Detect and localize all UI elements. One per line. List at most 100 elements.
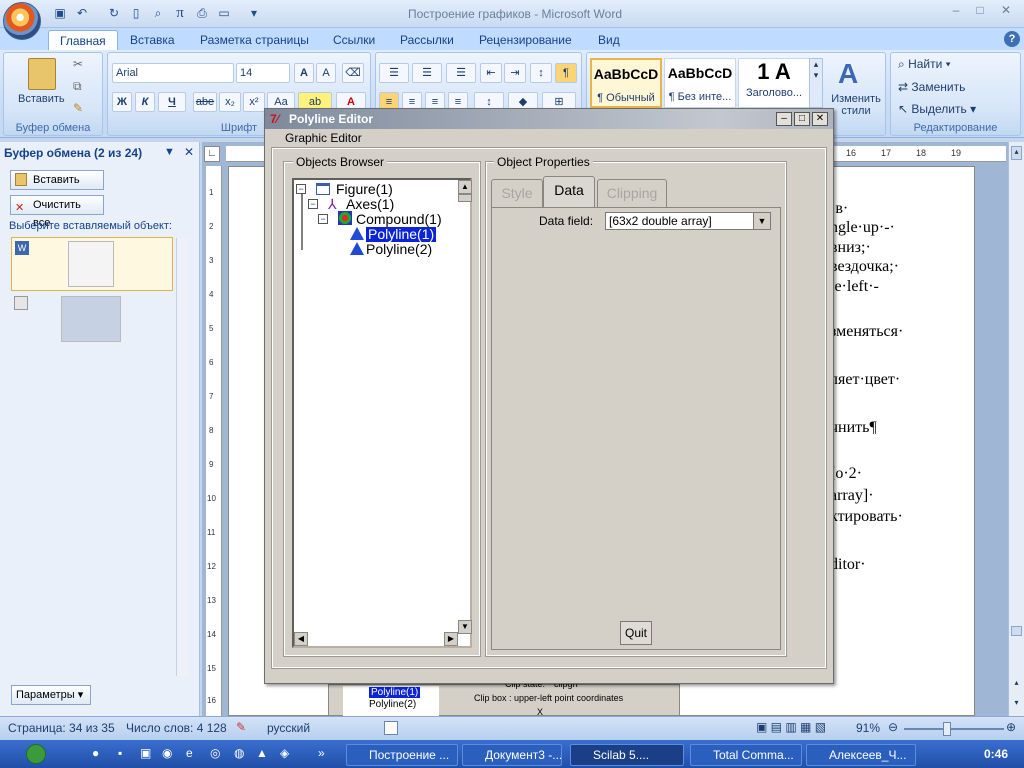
tab-view[interactable]: Вид [587,30,631,50]
cut-icon[interactable]: ✂ [73,57,83,71]
decrease-indent-icon[interactable]: ⇤ [480,63,502,83]
language[interactable]: русский [267,721,310,735]
subscript-button[interactable]: x₂ [219,92,241,112]
italic-button[interactable]: К [135,92,155,112]
zoom-in-icon[interactable]: ⊕ [1006,720,1016,734]
tree-scroll-up-icon[interactable]: ▲ [458,180,472,194]
office-button[interactable] [3,2,41,40]
bold-button[interactable]: Ж [112,92,132,112]
zoom-level[interactable]: 91% [856,721,880,735]
preview-icon[interactable]: ⌕ [150,5,166,21]
tab-style[interactable]: Style [491,179,543,207]
styles-scroll[interactable]: ▴ ▾ [809,58,823,108]
scroll-up-icon[interactable]: ▴ [1011,146,1022,160]
qat-more-icon[interactable]: ▾ [246,5,262,21]
quicklaunch-icon[interactable]: ▪ [118,746,122,760]
sort-icon[interactable]: ↕ [530,63,552,83]
task-document3[interactable]: Документ3 -... [462,744,562,766]
find-button[interactable]: ⌕ Найти ▾ [898,57,951,72]
quicklaunch-icon[interactable]: ◉ [162,746,172,760]
tab-home[interactable]: Главная [48,30,118,50]
change-styles-button[interactable]: Изменить стили [828,93,884,117]
save-icon[interactable]: ▣ [52,5,68,21]
clipboard-item[interactable]: W [11,237,173,291]
help-icon[interactable]: ? [1004,31,1020,47]
open-icon[interactable]: ▭ [216,5,232,21]
redo-icon[interactable]: ↻ [106,5,122,21]
close-button[interactable]: ✕ [994,3,1018,19]
macro-icon[interactable] [384,721,398,735]
font-size-select[interactable]: 14 [236,63,290,83]
format-painter-icon[interactable]: ✎ [73,101,83,115]
zoom-slider[interactable] [904,728,1004,730]
pane-menu-icon[interactable]: ▼ [164,146,175,158]
start-icon[interactable] [26,744,46,764]
minimize-button[interactable]: – [944,3,968,19]
style-normal[interactable]: AaBbCcD ¶ Обычный [590,58,662,108]
paste-icon[interactable] [28,58,56,90]
underline-button[interactable]: Ч [158,92,186,112]
dialog-minimize-button[interactable]: – [776,112,792,126]
graphic-editor-menu[interactable]: Graphic Editor [285,131,362,145]
page-count[interactable]: Страница: 34 из 35 [8,721,115,735]
print-icon[interactable]: ⎙ [194,5,210,21]
scroll-thumb[interactable] [1011,626,1022,636]
tree-item-figure[interactable]: Figure(1) [336,182,393,197]
clipboard-scrollbar[interactable] [176,238,188,676]
word-count[interactable]: Число слов: 4 128 [126,721,227,735]
quit-button[interactable]: Quit [620,621,652,645]
quicklaunch-icon[interactable]: ◎ [210,746,220,760]
tree-item-polyline-1[interactable]: Polyline(1) [366,227,437,242]
shrink-font-icon[interactable]: A [316,63,336,83]
strikethrough-button[interactable]: abe [193,92,217,112]
tab-references[interactable]: Ссылки [322,30,386,50]
tree-collapse-icon[interactable]: − [308,199,318,209]
tree-item-polyline-2[interactable]: Polyline(2) [366,242,432,257]
zoom-out-icon[interactable]: ⊖ [888,720,898,734]
tab-selector-icon[interactable]: ∟ [204,146,220,162]
task-total-commander[interactable]: Total Comma... [690,744,802,766]
increase-indent-icon[interactable]: ⇥ [504,63,526,83]
pane-close-icon[interactable]: ✕ [184,145,194,159]
tab-data[interactable]: Data [543,176,595,207]
quicklaunch-icon[interactable]: ▲ [256,746,268,760]
tree-scroll-thumb[interactable] [458,194,472,202]
paste-button[interactable]: Вставить [18,93,65,105]
prev-page-icon[interactable]: ▴ [1011,678,1022,690]
undo-icon[interactable]: ↶ [74,5,90,21]
task-scilab[interactable]: Scilab 5.... [570,744,684,766]
change-styles-icon[interactable]: A [838,58,858,90]
style-heading[interactable]: 1 A Заголово... [738,58,810,108]
bullets-icon[interactable]: ☰ [379,63,409,83]
show-marks-icon[interactable]: ¶ [555,63,577,83]
objects-tree[interactable]: − Figure(1) − ⅄ Axes(1) − Compound(1) Po… [292,178,472,648]
superscript-button[interactable]: x² [243,92,265,112]
grow-font-icon[interactable]: A [294,63,314,83]
clipboard-item[interactable] [11,293,173,349]
tab-insert[interactable]: Вставка [119,30,186,50]
options-button[interactable]: Параметры ▾ [11,685,91,705]
quicklaunch-save-icon[interactable]: ▣ [140,746,151,760]
numbering-icon[interactable]: ☰ [412,63,442,83]
quicklaunch-firefox-icon[interactable]: ● [92,746,99,760]
task-word-graphs[interactable]: Построение ... [346,744,458,766]
tree-collapse-icon[interactable]: − [296,184,306,194]
tab-clipping[interactable]: Clipping [597,179,667,207]
tree-item-axes[interactable]: Axes(1) [346,197,394,212]
tree-scroll-right-icon[interactable]: ▶ [444,632,458,646]
clear-format-icon[interactable]: ⌫ [342,63,364,83]
chevron-down-icon[interactable]: ▼ [753,213,770,229]
select-button[interactable]: ↖ Выделить ▾ [898,102,976,116]
tree-collapse-icon[interactable]: − [318,214,328,224]
quicklaunch-more-icon[interactable]: » [318,746,325,760]
quicklaunch-icon[interactable]: ◈ [280,746,289,760]
style-no-spacing[interactable]: AaBbCcD ¶ Без инте... [664,58,736,108]
tree-scroll-down-icon[interactable]: ▼ [458,620,472,634]
pi-icon[interactable]: π [172,5,188,21]
copy-icon[interactable]: ⧉ [73,79,82,94]
quicklaunch-chrome-icon[interactable]: ◍ [234,746,244,760]
data-field-select[interactable]: [63x2 double array] [605,212,771,230]
clock[interactable]: 0:46 [984,747,1008,761]
vertical-scrollbar[interactable]: ▴ ▴ ▾ [1008,142,1024,716]
maximize-button[interactable]: □ [968,3,992,19]
